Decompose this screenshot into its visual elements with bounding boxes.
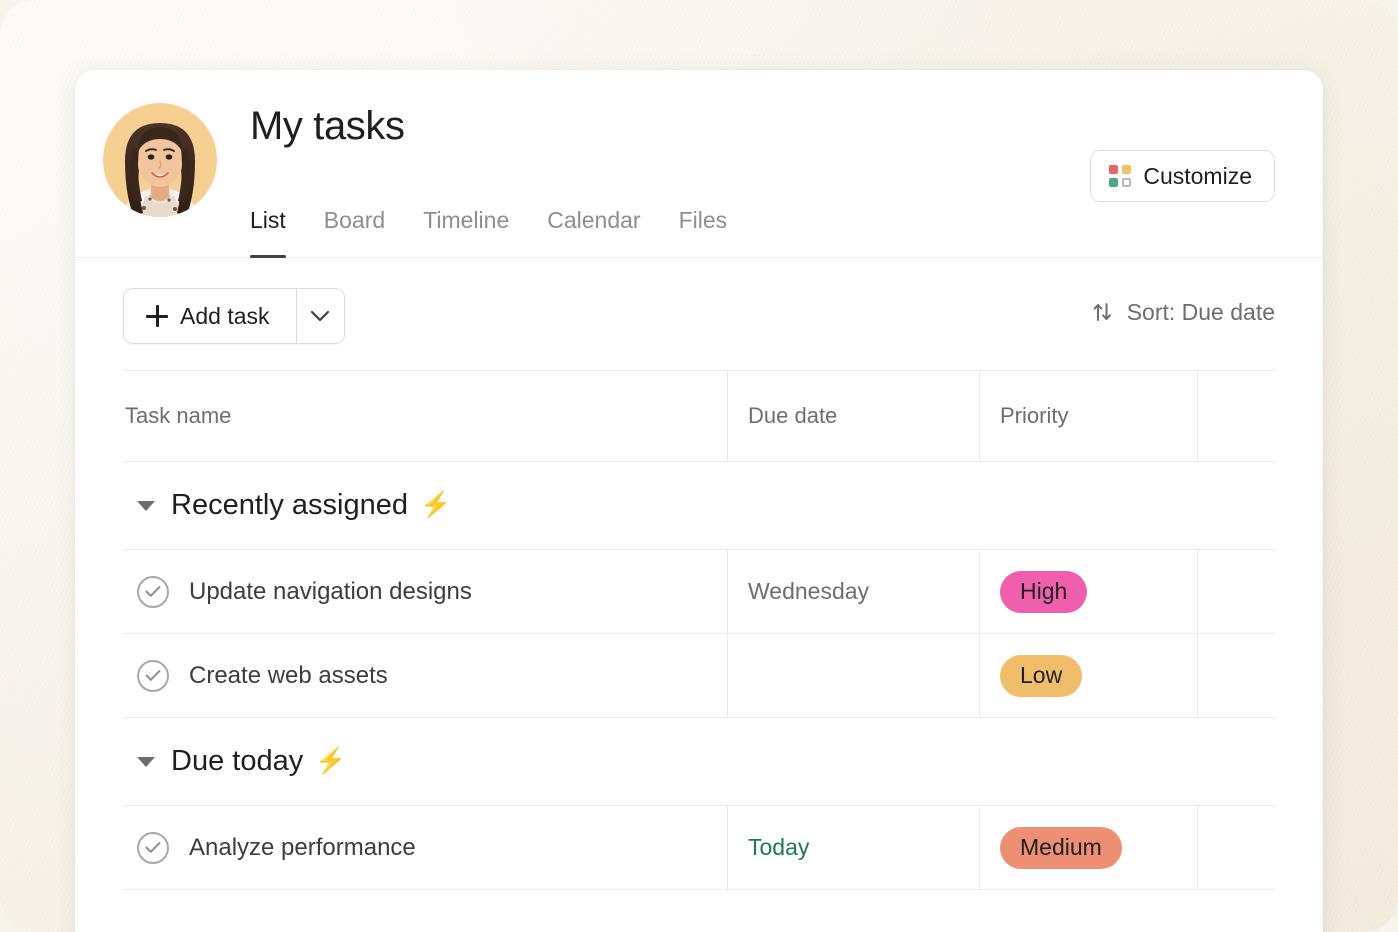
complete-task-icon[interactable] [137,659,169,692]
table-row[interactable]: Update navigation designs Wednesday High [123,550,1275,634]
lightning-bolt-icon: ⚡ [315,747,347,775]
task-due-date[interactable]: Today [748,836,809,859]
toolbar: Add task Sort: Due date [75,258,1323,370]
chevron-down-icon[interactable] [137,500,155,511]
table-row[interactable]: Create web assets Low [123,634,1275,718]
table-row[interactable]: Analyze performance Today Medium [123,806,1275,890]
page-title: My tasks [250,104,405,148]
column-header-add-field[interactable] [1197,371,1271,461]
complete-task-icon[interactable] [137,831,169,864]
column-header-priority: Priority [1000,403,1069,428]
priority-badge[interactable]: High [1000,570,1088,613]
add-task-dropdown-button[interactable] [295,289,344,343]
chevron-down-icon[interactable] [137,756,155,767]
tab-list[interactable]: List [250,209,305,258]
row-extra-cell[interactable] [1197,806,1271,889]
priority-badge[interactable]: Low [1000,654,1083,697]
section-header-due-today[interactable]: Due today ⚡ [123,718,1275,806]
view-tabs: List Board Timeline Calendar Files [250,195,746,258]
tab-calendar[interactable]: Calendar [528,209,659,258]
chevron-down-icon [310,310,330,321]
sort-button[interactable]: Sort: Due date [1091,300,1275,324]
task-name[interactable]: Update navigation designs [189,579,472,604]
column-header-task-name: Task name [125,402,232,428]
task-due-date[interactable]: Wednesday [748,580,869,603]
app-card: My tasks List Board Timeline Calendar Fi… [75,70,1323,932]
page-header: My tasks List Board Timeline Calendar Fi… [75,70,1323,258]
add-task-group: Add task [123,288,345,344]
lightning-bolt-icon: ⚡ [419,491,452,519]
section-header-recently-assigned[interactable]: Recently assigned ⚡ [123,462,1275,550]
task-name[interactable]: Create web assets [189,663,388,688]
plus-icon [146,305,168,327]
sort-label: Sort: Due date [1126,298,1275,325]
customize-button[interactable]: Customize [1090,150,1275,202]
grid-icon [1109,165,1132,187]
row-extra-cell[interactable] [1197,550,1271,633]
tab-files[interactable]: Files [660,209,747,258]
section-title: Due today ⚡ [171,747,346,776]
section-title: Recently assigned ⚡ [171,491,451,520]
add-task-button[interactable]: Add task [124,289,296,343]
column-header-due-date: Due date [748,403,838,428]
avatar[interactable] [103,103,217,217]
complete-task-icon[interactable] [137,575,169,608]
priority-badge[interactable]: Medium [1000,826,1122,869]
add-task-label: Add task [180,302,270,329]
row-extra-cell[interactable] [1197,634,1271,717]
section-title-label: Recently assigned [171,489,408,521]
task-name[interactable]: Analyze performance [189,835,416,860]
task-table: Task name Due date Priority Recently ass… [75,370,1323,890]
sort-arrows-icon [1093,303,1111,321]
tab-timeline[interactable]: Timeline [404,209,528,258]
tab-board[interactable]: Board [305,209,404,258]
table-header-row: Task name Due date Priority [123,370,1275,462]
title-block: My tasks [250,106,405,146]
section-title-label: Due today [171,745,304,777]
customize-label: Customize [1143,162,1252,189]
